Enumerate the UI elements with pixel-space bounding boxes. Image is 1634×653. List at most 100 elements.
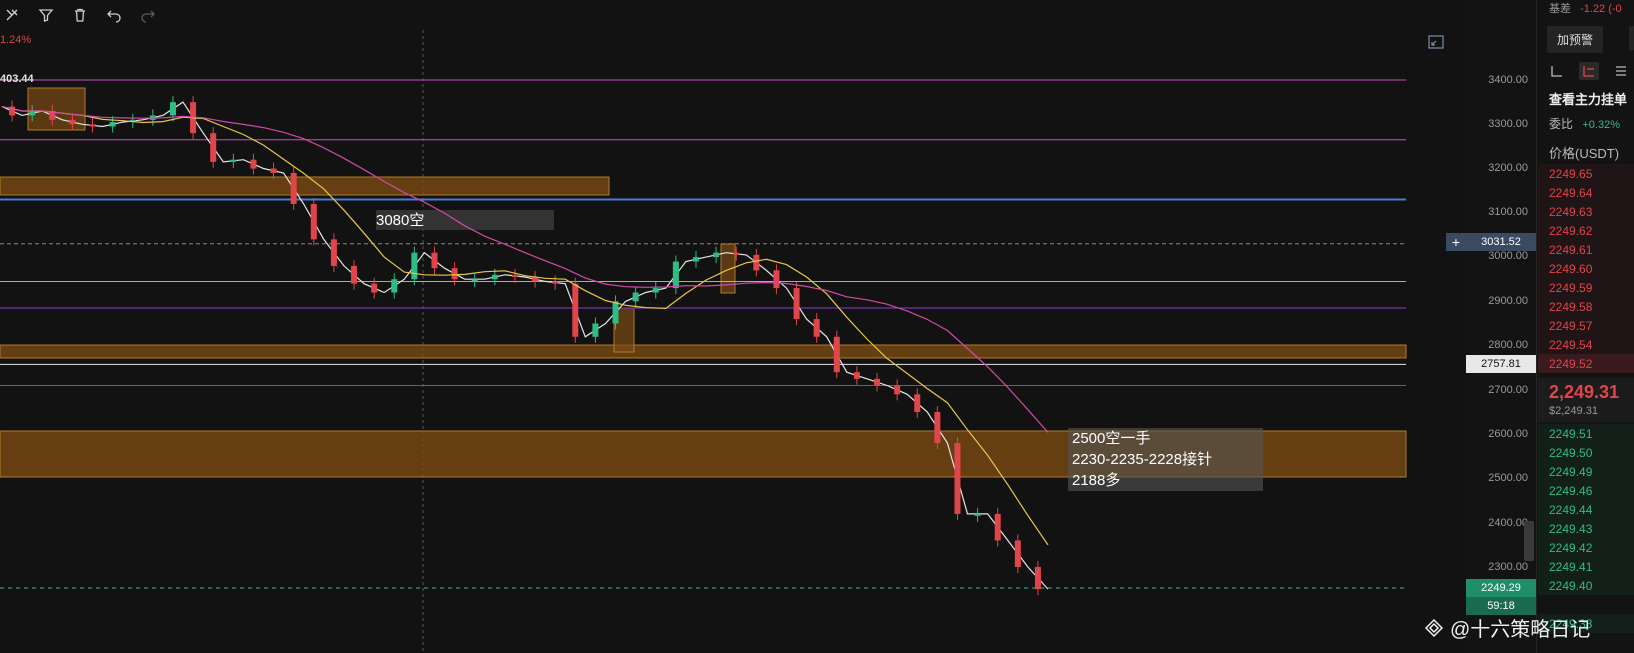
y-tick: 2300.00	[1488, 561, 1528, 573]
candle-body	[793, 288, 800, 320]
y-tick: 3100.00	[1488, 206, 1528, 218]
candle-body	[371, 283, 378, 293]
bid-ask-ratio: 委比 +0.32%	[1549, 115, 1620, 132]
more-button[interactable]	[1629, 26, 1634, 50]
book-both-icon[interactable]	[1547, 62, 1567, 80]
candle-body	[451, 268, 458, 280]
basis-label: 基差	[1549, 3, 1571, 15]
candle-body	[89, 124, 96, 127]
high-price-label: 403.44	[0, 73, 34, 85]
bid-row[interactable]: 2249.42	[1538, 538, 1634, 557]
candle-body	[1034, 567, 1041, 590]
chart-toolbar	[0, 0, 158, 30]
undo-icon[interactable]	[104, 5, 124, 25]
note-plan: 2500空一手 2230-2235-2228接针 2188多	[1072, 428, 1212, 491]
bid-row[interactable]: 2249.43	[1538, 519, 1634, 538]
ask-row[interactable]: 2249.65	[1538, 164, 1634, 183]
candle-body	[753, 254, 760, 271]
candle-body	[290, 172, 297, 204]
candle-body	[773, 270, 780, 289]
ratio-label: 委比	[1549, 117, 1574, 131]
y-tick: 3000.00	[1488, 250, 1528, 262]
y-tick: 2800.00	[1488, 339, 1528, 351]
ask-row[interactable]: 2249.64	[1538, 183, 1634, 202]
level-price-tag: 2757.81	[1466, 355, 1536, 373]
book-split-icon[interactable]	[1579, 62, 1599, 80]
note-plan-line2: 2230-2235-2228接针	[1072, 451, 1213, 468]
watermark-text: @十六策略日记	[1450, 619, 1591, 641]
note-plan-line1: 2500空一手	[1072, 430, 1151, 447]
candle-body	[1014, 540, 1021, 567]
y-tick: 3400.00	[1488, 74, 1528, 86]
ask-row[interactable]: 2249.58	[1538, 297, 1634, 316]
book-list-icon[interactable]	[1611, 62, 1631, 80]
chart-area[interactable]: 1.24% 403.44 3080空 2500空一手 2230-2235-222…	[0, 0, 1466, 653]
bid-row[interactable]: 2249.46	[1538, 481, 1634, 500]
candle-body	[310, 203, 317, 240]
candle-body	[69, 119, 76, 125]
candle-body	[109, 122, 116, 127]
candle-body	[250, 159, 257, 169]
magnet-icon[interactable]	[2, 5, 22, 25]
bid-row[interactable]: 2249.49	[1538, 462, 1634, 481]
candle-body	[713, 252, 720, 258]
ma-mid-line	[1, 106, 1049, 546]
zone-top-box	[27, 87, 86, 131]
candle-body	[612, 301, 619, 324]
basis-value: -1.22 (-0	[1580, 3, 1622, 15]
candle-body	[853, 372, 860, 379]
add-order-plus-button[interactable]: +	[1446, 233, 1466, 251]
bid-row[interactable]: 2249.51	[1538, 424, 1634, 443]
y-tick: 3200.00	[1488, 162, 1528, 174]
bid-row[interactable]: 2249.41	[1538, 557, 1634, 576]
ask-row[interactable]: 2249.60	[1538, 259, 1634, 278]
add-alert-button[interactable]: 加预警	[1547, 26, 1604, 53]
candle-body	[471, 279, 478, 282]
axis-scroll-handle[interactable]	[1524, 521, 1534, 561]
redo-icon[interactable]	[138, 5, 158, 25]
chart-canvas[interactable]	[0, 0, 1466, 653]
candle-body	[270, 168, 277, 173]
candle-body	[914, 394, 921, 413]
candle-body	[29, 110, 36, 116]
y-tick: 2400.00	[1488, 517, 1528, 529]
ask-row[interactable]: 2249.52	[1538, 354, 1634, 373]
candle-body	[833, 336, 840, 373]
price-column-header: 价格(USDT)	[1549, 146, 1620, 161]
ask-row[interactable]: 2249.62	[1538, 221, 1634, 240]
candle-body	[652, 288, 659, 293]
ask-row[interactable]: 2249.57	[1538, 316, 1634, 335]
candle-body	[210, 133, 217, 162]
orderbook-view-toggles	[1547, 62, 1631, 80]
trash-icon[interactable]	[70, 5, 90, 25]
bid-row[interactable]: 2249.40	[1538, 576, 1634, 595]
ask-row[interactable]: 2249.54	[1538, 335, 1634, 354]
candle-body	[572, 283, 579, 337]
bid-row[interactable]: 2249.50	[1538, 443, 1634, 462]
y-tick: 2900.00	[1488, 295, 1528, 307]
main-orders-link[interactable]: 查看主力挂单	[1549, 89, 1627, 108]
y-tick: 2700.00	[1488, 384, 1528, 396]
candle-body	[894, 385, 901, 395]
candle-body	[733, 252, 740, 255]
ask-row[interactable]: 2249.63	[1538, 202, 1634, 221]
filter-icon[interactable]	[36, 5, 56, 25]
candle-body	[994, 513, 1001, 541]
candle-body	[431, 252, 438, 269]
zone-2790	[0, 344, 1407, 359]
bid-row[interactable]: 2249.44	[1538, 500, 1634, 519]
last-price: 2,249.31	[1549, 382, 1620, 402]
fullscreen-icon[interactable]	[1428, 35, 1444, 49]
ask-row[interactable]: 2249.61	[1538, 240, 1634, 259]
candle-body	[592, 323, 599, 337]
candle-body	[511, 274, 518, 278]
basis-row: 基差 -1.22 (-0	[1549, 0, 1622, 16]
ask-row[interactable]: 2249.59	[1538, 278, 1634, 297]
candle-body	[813, 319, 820, 337]
candle-body	[230, 159, 237, 162]
note-plan-line3: 2188多	[1072, 472, 1121, 489]
last-price-usd: $2,249.31	[1549, 405, 1598, 417]
y-tick: 3300.00	[1488, 118, 1528, 130]
candle-body	[672, 261, 679, 289]
candle-body	[411, 252, 418, 280]
